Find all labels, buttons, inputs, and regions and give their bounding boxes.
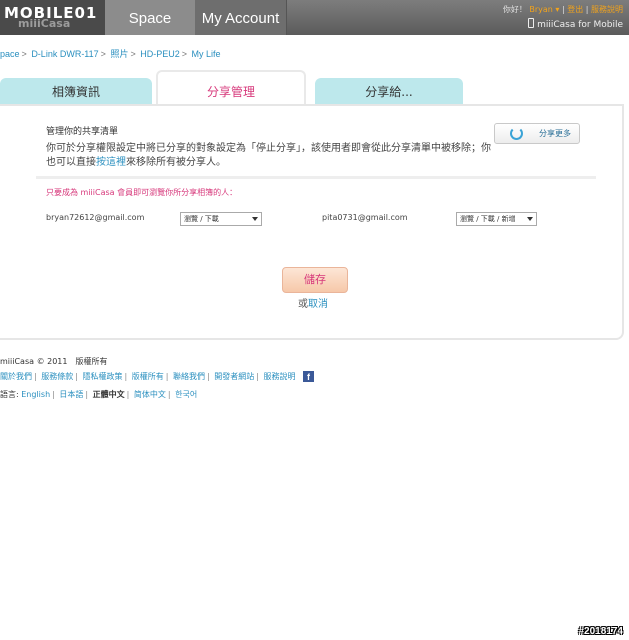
tab-share-management[interactable]: 分享管理 [156,70,306,108]
breadcrumb: pace > D-Link DWR-117 > 照片 > HD-PEU2 > My Li… [0,49,221,59]
share-more-label: 分享更多 [539,129,571,138]
language-option[interactable]: 한국어 [175,390,197,399]
language-option[interactable]: English [21,390,50,399]
breadcrumb-item[interactable]: D-Link DWR-117 [31,49,98,59]
desc-text-end: 來移除所有被分享人。 [126,157,226,168]
user-area: 你好！ Bryan ▾ | 登出 | 服務說明 [502,5,623,14]
footer-link[interactable]: 服務條款 [41,372,73,381]
greeting: 你好！ [502,5,527,14]
logo[interactable]: MOBILE01 miiiCasa [0,0,105,35]
footer-link[interactable]: 聯絡我們 [173,372,205,381]
footer-link[interactable]: 服務說明 [264,372,296,381]
tab-album-info[interactable]: 相簿資訊 [0,78,152,106]
divider [36,176,596,179]
footer-links: 關於我們 | 服務條款 | 隱私權政策 | 版權所有 | 聯絡我們 | 開發者網站 | 服務… [0,371,315,382]
logo-sub: miiiCasa [18,17,71,30]
facebook-icon[interactable]: f [303,371,315,382]
album-tabs: 相簿資訊 分享管理 分享給... [0,68,629,108]
logout-link[interactable]: 登出 [567,5,583,14]
remove-all-link[interactable]: 按這裡 [96,157,126,168]
user-dropdown-icon[interactable]: ▾ [555,5,559,14]
footer-link[interactable]: 開發者網站 [214,372,254,381]
permission-select[interactable]: 瀏覽 / 下載 [180,212,262,226]
language-option[interactable]: 简体中文 [134,390,166,399]
permission-value: 瀏覽 / 下載 / 新增 [460,215,516,223]
phone-icon [528,18,535,28]
tab-share-to[interactable]: 分享給... [315,78,463,106]
save-button[interactable]: 儲存 [282,267,348,293]
footer-link[interactable]: 版權所有 [132,372,164,381]
language-option-current: 正體中文 [92,390,125,399]
chevron-down-icon [527,217,533,221]
member-email: pita0731@gmail.com [322,213,408,222]
panel-description: 你可於分享權限設定中將已分享的對象設定為「停止分享」，該使用者即會從此分享清單中… [46,142,496,170]
breadcrumb-item[interactable]: My Life [192,49,221,59]
share-more-button[interactable]: 分享更多 [494,123,580,144]
user-name-link[interactable]: Bryan [529,5,552,14]
help-link[interactable]: 服務說明 [591,5,623,14]
mobile-link[interactable]: miiiCasa for Mobile [528,18,623,30]
language-selector: 語言: English | 日本語 | 正體中文 | 简体中文 | 한국어 [0,390,198,399]
refresh-icon [510,127,523,140]
share-management-panel: 管理你的共享清單 你可於分享權限設定中將已分享的對象設定為「停止分享」，該使用者… [0,104,624,340]
or-text: 或 [298,299,308,310]
mobile-link-label: miiiCasa for Mobile [537,20,623,30]
permission-select[interactable]: 瀏覽 / 下載 / 新增 [456,212,537,226]
panel-title: 管理你的共享清單 [46,127,119,137]
member-email: bryan72612@gmail.com [46,213,145,222]
breadcrumb-item[interactable]: HD-PEU2 [140,49,180,59]
permission-value: 瀏覽 / 下載 [184,215,219,223]
language-label: 語言: [0,390,19,399]
breadcrumb-item[interactable]: 照片 [110,49,128,59]
breadcrumb-item[interactable]: pace [0,49,20,59]
or-cancel: 或取消 [298,295,328,310]
language-option[interactable]: 日本語 [59,390,83,399]
watermark: #2018174 [578,626,624,637]
cancel-link[interactable]: 取消 [308,299,328,310]
chevron-down-icon [252,217,258,221]
nav-tab-space[interactable]: Space [105,0,195,35]
footer-copyright: miiiCasa © 2011 版權所有 [0,357,108,366]
footer-link[interactable]: 隱私權政策 [83,372,123,381]
footer-link[interactable]: 關於我們 [0,372,32,381]
member-notice: 只要成為 miiiCasa 會員即可瀏覽你所分享相簿的人： [46,188,238,197]
nav-tab-my-account[interactable]: My Account [195,0,287,35]
top-bar: MOBILE01 miiiCasa Space My Account 你好！ B… [0,0,629,35]
